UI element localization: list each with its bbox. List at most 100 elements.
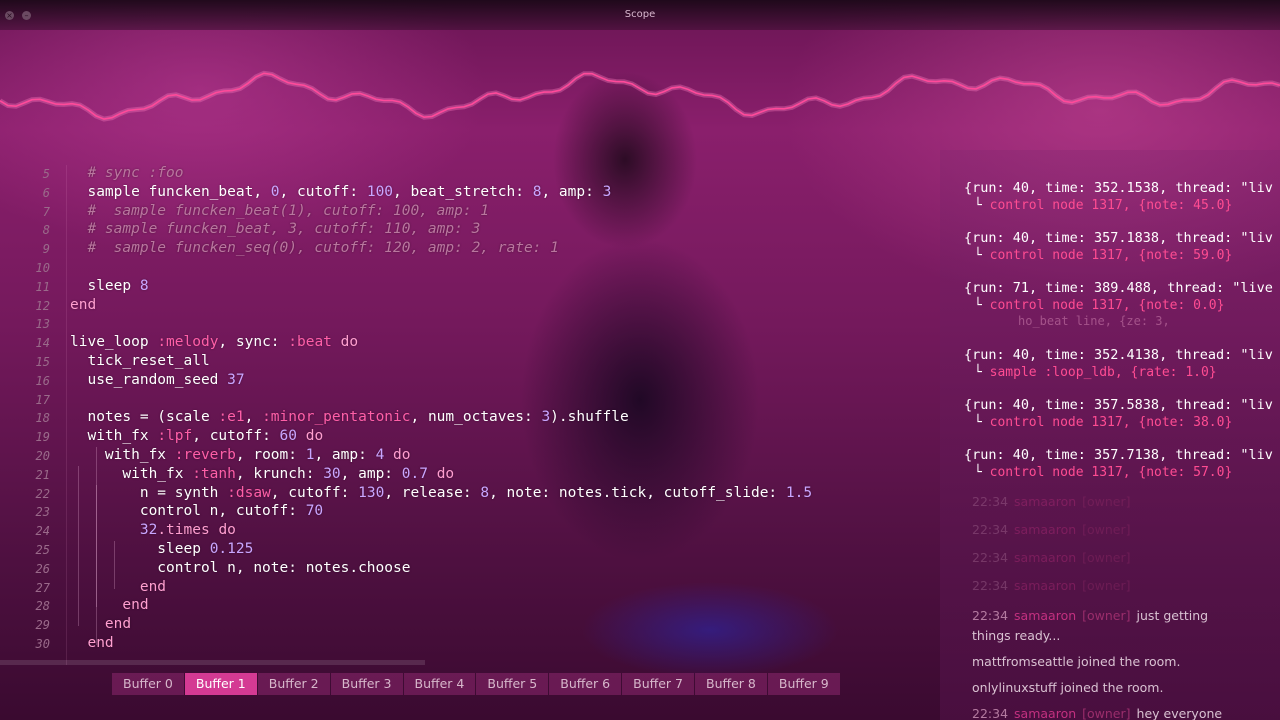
code-token: live_loop — [70, 334, 158, 351]
chat-role-badge: [owner] — [1082, 522, 1131, 537]
code-line[interactable]: 5 # sync :foo — [0, 165, 945, 183]
code-line[interactable]: 8 # sample funcken_beat, 3, cutoff: 110,… — [0, 221, 945, 239]
code-line[interactable]: 12 end — [0, 297, 945, 315]
chat-timestamp: 22:34 — [972, 522, 1009, 537]
code-line[interactable]: 27 end — [0, 579, 945, 597]
buffer-tab[interactable]: Buffer 5 — [476, 673, 549, 695]
tree-branch-icon: └ — [974, 298, 990, 313]
code-line[interactable]: 21 with_fx :tanh, krunch: 30, amp: 0.7 d… — [0, 466, 945, 484]
chat-username: samaaron — [1014, 608, 1077, 623]
code-token: , num_octaves: — [410, 409, 542, 426]
code-token: , sync: — [218, 334, 289, 351]
code-line[interactable]: 20 with_fx :reverb, room: 1, amp: 4 do — [0, 447, 945, 465]
buffer-tab[interactable]: Buffer 9 — [767, 673, 840, 695]
code-line[interactable]: 14 live_loop :melody, sync: :beat do — [0, 334, 945, 352]
buffer-tab[interactable]: Buffer 0 — [112, 673, 184, 695]
code-token: :e1 — [218, 409, 245, 426]
code-token: end — [104, 616, 132, 633]
code-text: control n, cutoff: 70 — [70, 503, 323, 519]
log-entry-body: └ sample :loop_ldb, {rate: 1.0} — [974, 365, 1217, 380]
code-line[interactable]: 7 # sample funcken_beat(1), cutoff: 100,… — [0, 203, 945, 221]
code-token: do — [218, 522, 236, 539]
code-text: with_fx :tanh, krunch: 30, amp: 0.7 do — [70, 466, 454, 482]
code-line[interactable]: 24 32.times do — [0, 522, 945, 540]
line-number: 25 — [35, 543, 50, 557]
code-text: end — [70, 635, 113, 651]
log-entry-header: {run: 40, time: 352.4138, thread: "liv — [964, 347, 1273, 363]
tree-branch-icon: └ — [974, 365, 990, 380]
code-token: # sample funcken_seq(0), cutoff: 120, am… — [70, 240, 559, 257]
code-token: 3 — [602, 183, 612, 200]
code-token: , room: — [235, 447, 306, 463]
code-text: 32.times do — [70, 522, 236, 538]
window-title: Scope — [624, 9, 656, 20]
code-text: sample funcken_beat, 0, cutoff: 100, bea… — [70, 184, 611, 200]
code-token: 37 — [227, 371, 245, 388]
log-entry-body: └ control node 1317, {note: 57.0} — [974, 465, 1232, 480]
code-line[interactable]: 29 end — [0, 616, 945, 634]
log-entry-message: control node 1317, {note: 59.0} — [989, 248, 1233, 263]
buffer-tab[interactable]: Buffer 3 — [330, 673, 403, 695]
code-line[interactable]: 13 — [0, 315, 945, 333]
code-token: 8 — [139, 277, 149, 294]
buffer-tab[interactable]: Buffer 7 — [622, 673, 694, 695]
buffer-tab[interactable]: Buffer 8 — [695, 673, 767, 695]
code-token: tick_reset_all — [70, 353, 210, 369]
indent-guide — [96, 484, 97, 608]
log-panel: {run: 40, time: 352.1538, thread: "liv └ … — [958, 180, 1280, 490]
buffer-tab[interactable]: Buffer 4 — [403, 673, 476, 695]
line-number: 20 — [35, 449, 50, 463]
log-entry-body: └ control node 1317, {note: 59.0} — [974, 248, 1232, 263]
code-token: n = synth — [70, 484, 228, 501]
log-entry: {run: 40, time: 357.1838, thread: "liv └ … — [958, 230, 1280, 270]
code-token: # sample funcken_beat(1), cutoff: 100, a… — [70, 202, 490, 219]
code-line[interactable]: 10 — [0, 259, 945, 277]
code-editor[interactable]: 5 # sync :foo 6 sample funcken_beat, 0, c… — [0, 165, 945, 665]
code-token: , cutoff: — [279, 183, 367, 200]
code-text: n = synth :dsaw, cutoff: 130, release: 8… — [70, 485, 812, 501]
code-token: , beat_stretch: — [393, 183, 533, 200]
code-line[interactable]: 22 n = synth :dsaw, cutoff: 130, release… — [0, 485, 945, 503]
line-number: 27 — [35, 580, 50, 595]
chat-message: mattfromseattle joined the room. — [972, 654, 1180, 669]
editor-horizontal-scrollbar[interactable] — [0, 660, 425, 665]
code-line[interactable]: 15 tick_reset_all — [0, 353, 945, 371]
code-line[interactable]: 18 notes = (scale :e1, :minor_pentatonic… — [0, 409, 945, 427]
code-token: 0.125 — [209, 541, 254, 557]
code-token: do — [340, 334, 359, 351]
code-token: :minor_pentatonic — [262, 409, 411, 426]
code-text: # sample funcken_beat, 3, cutoff: 110, a… — [70, 221, 480, 237]
code-token: sleep — [70, 541, 210, 557]
code-line[interactable]: 26 control n, note: notes.choose — [0, 560, 945, 578]
code-line[interactable]: 11 sleep 8 — [0, 278, 945, 296]
code-line[interactable]: 23 control n, cutoff: 70 — [0, 503, 945, 521]
code-line[interactable]: 28 end — [0, 597, 945, 615]
line-number: 9 — [42, 242, 50, 257]
code-token: with_fx — [70, 447, 175, 463]
buffer-tab[interactable]: Buffer 2 — [257, 673, 330, 695]
code-line[interactable]: 6 sample funcken_beat, 0, cutoff: 100, b… — [0, 184, 945, 202]
code-token: 1.5 — [785, 484, 813, 501]
code-line[interactable]: 25 sleep 0.125 — [0, 541, 945, 559]
code-token: .times — [157, 522, 210, 539]
line-number: 6 — [42, 185, 50, 200]
code-token: 4 — [375, 447, 385, 463]
code-token: with_fx — [70, 428, 158, 445]
code-token: use_random_seed — [70, 371, 228, 388]
code-line[interactable]: 30 end — [0, 635, 945, 653]
code-text: end — [70, 597, 148, 613]
chat-overlay: 22:34 samaaron [owner] 22:34 samaaron [owner]… — [965, 488, 1280, 720]
code-line[interactable]: 16 use_random_seed 37 — [0, 372, 945, 390]
chat-role-badge: [owner] — [1082, 578, 1131, 593]
code-line[interactable]: 9 # sample funcken_seq(0), cutoff: 120, … — [0, 240, 945, 258]
code-line[interactable]: 19 with_fx :lpf, cutoff: 60 do — [0, 428, 945, 446]
buffer-tab[interactable]: Buffer 6 — [549, 673, 622, 695]
buffer-tab[interactable]: Buffer 1 — [184, 673, 257, 695]
code-text: sleep 8 — [70, 277, 149, 294]
log-entry-body: └ control node 1317, {note: 38.0} — [974, 415, 1232, 430]
code-line[interactable]: 17 — [0, 391, 945, 409]
log-entry-header: {run: 40, time: 352.1538, thread: "liv — [964, 180, 1273, 196]
code-token: :tanh — [192, 465, 236, 482]
log-entry: {run: 40, time: 357.7138, thread: "liv └ … — [958, 447, 1280, 487]
